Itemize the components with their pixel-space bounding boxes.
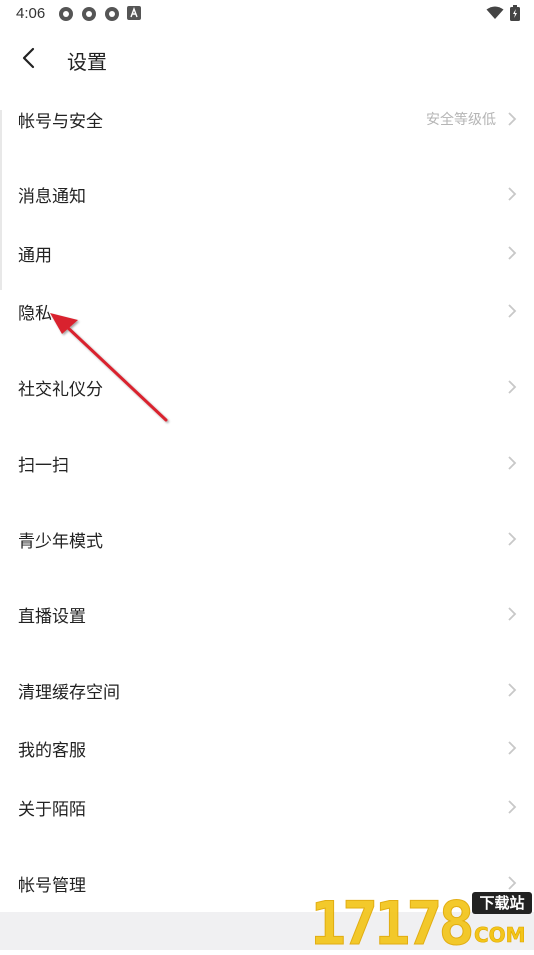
status-bar: 4:06 [0,0,534,28]
chevron-right-icon [508,246,517,260]
settings-item-label: 隐私 [18,303,52,323]
app-notification-icon [105,7,119,21]
site-watermark: 17178 下载站 COM [308,888,534,955]
chevron-right-icon [508,112,517,126]
settings-item-account-security[interactable]: 帐号与安全 安全等级低 [0,93,534,145]
chevron-right-icon [508,741,517,755]
chevron-right-icon [508,456,517,470]
settings-item-label: 青少年模式 [18,531,103,551]
battery-icon [510,5,520,21]
status-system-icons [486,5,520,21]
settings-item-teen-mode[interactable]: 青少年模式 [0,513,534,565]
watermark-domain: COM [474,923,526,947]
settings-item-general[interactable]: 通用 [0,227,534,279]
settings-item-label: 帐号与安全 [18,111,103,131]
settings-item-label: 清理缓存空间 [18,682,120,702]
page-title: 设置 [67,52,107,74]
settings-item-about[interactable]: 关于陌陌 [0,781,534,833]
settings-item-label: 我的客服 [18,740,86,760]
chevron-right-icon [508,187,517,201]
settings-item-label: 消息通知 [18,186,86,206]
back-arrow-icon[interactable] [18,46,42,70]
settings-item-customer-service[interactable]: 我的客服 [0,722,534,774]
status-notification-icons [58,6,141,22]
chevron-right-icon [508,532,517,546]
security-level-value: 安全等级低 [426,111,496,127]
font-a-icon [127,6,141,20]
settings-item-label: 通用 [18,245,52,265]
settings-item-label: 帐号管理 [18,875,86,895]
wifi-icon [486,6,504,19]
settings-item-social-etiquette[interactable]: 社交礼仪分 [0,361,534,413]
settings-item-privacy[interactable]: 隐私 [0,285,534,337]
watermark-logo-icon: 17178 下载站 COM [310,889,532,955]
settings-item-clear-cache[interactable]: 清理缓存空间 [0,664,534,716]
settings-item-label: 直播设置 [18,606,86,626]
watermark-number: 17178 [310,889,471,950]
status-time: 4:06 [16,5,46,22]
settings-item-live-settings[interactable]: 直播设置 [0,588,534,640]
settings-item-notifications[interactable]: 消息通知 [0,168,534,220]
chevron-right-icon [508,800,517,814]
settings-item-scan[interactable]: 扫一扫 [0,437,534,489]
chevron-right-icon [508,607,517,621]
settings-item-label: 关于陌陌 [18,799,86,819]
header: 设置 [0,36,534,80]
chevron-right-icon [508,683,517,697]
app-notification-icon [82,7,96,21]
settings-item-label: 社交礼仪分 [18,379,103,399]
watermark-badge: 下载站 [479,894,524,912]
app-notification-icon [59,7,73,21]
chevron-right-icon [508,380,517,394]
settings-item-label: 扫一扫 [18,455,69,475]
chevron-right-icon [508,304,517,318]
